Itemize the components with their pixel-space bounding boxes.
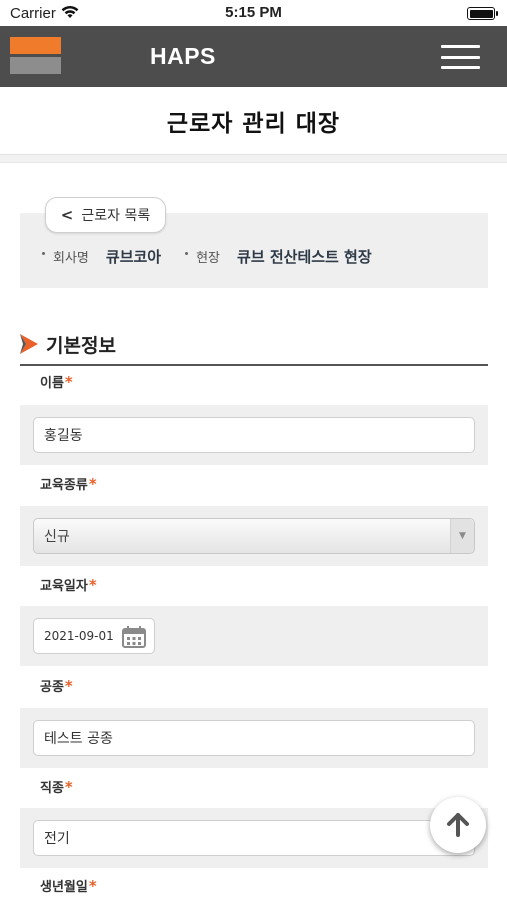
- name-label: 이름*: [40, 373, 73, 391]
- chevron-left-icon: <: [60, 206, 74, 224]
- app-logo: [10, 37, 61, 75]
- required-mark: *: [88, 877, 97, 895]
- edu-date-input[interactable]: 2021-09-01: [33, 618, 155, 654]
- section-arrow-icon: [20, 334, 38, 354]
- required-mark: *: [88, 475, 97, 493]
- job-input[interactable]: 전기: [33, 820, 475, 856]
- job-label: 직종*: [40, 778, 73, 796]
- status-time: 5:15 PM: [225, 4, 282, 21]
- bullet-icon: [185, 252, 189, 255]
- birth-label: 생년월일*: [40, 877, 97, 895]
- edu-type-label: 교육종류*: [40, 475, 97, 493]
- scroll-to-top-button[interactable]: [430, 797, 486, 853]
- required-mark: *: [64, 778, 73, 796]
- hamburger-menu-icon[interactable]: [441, 45, 480, 69]
- bullet-icon: [42, 252, 45, 255]
- chevron-down-icon: ▼: [450, 519, 474, 553]
- info-row: 회사명 큐브코아 현장 큐브 전산테스트 현장: [42, 246, 396, 267]
- trade-input[interactable]: 테스트 공종: [33, 720, 475, 756]
- site-label: 현장: [196, 251, 221, 266]
- back-button-label: 근로자 목록: [81, 208, 151, 224]
- required-mark: *: [64, 677, 73, 695]
- battery-icon: [467, 7, 498, 20]
- name-input[interactable]: 홍길동: [33, 417, 475, 453]
- page-title-bar: 근로자 관리 대장: [0, 87, 507, 155]
- company-label: 회사명: [53, 251, 89, 266]
- app-title: HAPS: [150, 43, 216, 69]
- status-bar: Carrier 5:15 PM: [0, 0, 507, 26]
- section-header: 기본정보: [20, 324, 488, 366]
- edu-date-label: 교육일자*: [40, 576, 97, 594]
- divider: [0, 155, 507, 163]
- arrow-up-icon: [447, 813, 469, 837]
- section-title: 기본정보: [46, 334, 116, 357]
- site-value: 큐브 전산테스트 현장: [237, 248, 372, 266]
- trade-label: 공종*: [40, 677, 73, 695]
- required-mark: *: [88, 576, 97, 594]
- company-value: 큐브코아: [105, 248, 162, 266]
- page-title: 근로자 관리 대장: [166, 110, 341, 137]
- required-mark: *: [64, 373, 73, 391]
- back-to-worker-list-button[interactable]: < 근로자 목록: [45, 197, 166, 233]
- app-header: HAPS: [0, 26, 507, 87]
- edu-type-select[interactable]: 신규 ▼: [33, 518, 475, 554]
- calendar-icon[interactable]: [122, 626, 146, 648]
